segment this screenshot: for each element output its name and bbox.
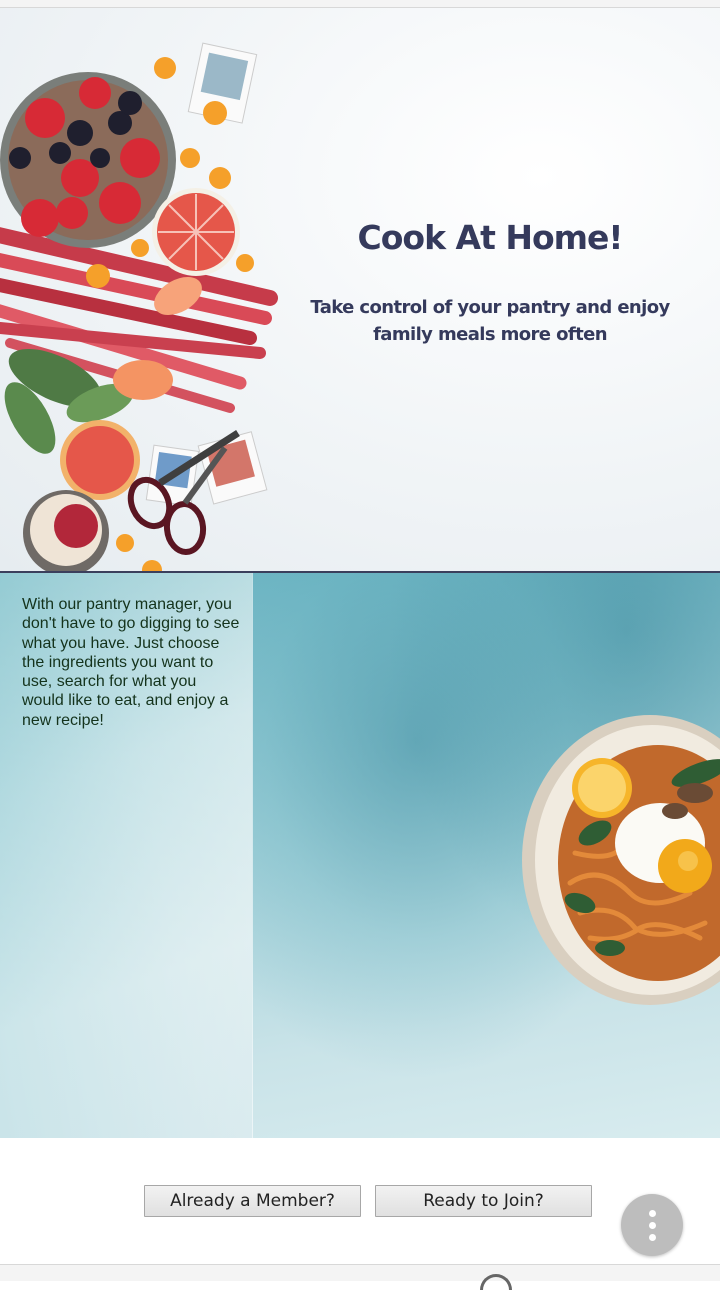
ready-to-join-button[interactable]: Ready to Join? [375, 1185, 592, 1217]
fresh-produce-image [0, 42, 278, 571]
page-subtitle: Take control of your pantry and enjoy fa… [310, 297, 670, 345]
page-title: Cook At Home! [357, 218, 624, 257]
pantry-description: With our pantry manager, you don't have … [22, 596, 240, 729]
top-strip [0, 0, 720, 8]
more-vertical-icon-dot [648, 1221, 656, 1229]
more-vertical-icon [648, 1209, 656, 1217]
footer-actions: Already a Member? Ready to Join? [0, 1138, 720, 1264]
features-section: With our pantry manager, you don't have … [0, 573, 720, 1138]
already-member-button[interactable]: Already a Member? [144, 1185, 361, 1217]
meal-bowl-image [522, 715, 720, 1005]
more-vertical-icon-dot [648, 1233, 656, 1241]
bottom-strip [0, 1264, 720, 1281]
more-options-button[interactable] [621, 1194, 683, 1256]
hero-banner: Cook At Home! Take control of your pantr… [0, 8, 720, 571]
panel-seam [252, 573, 253, 1138]
